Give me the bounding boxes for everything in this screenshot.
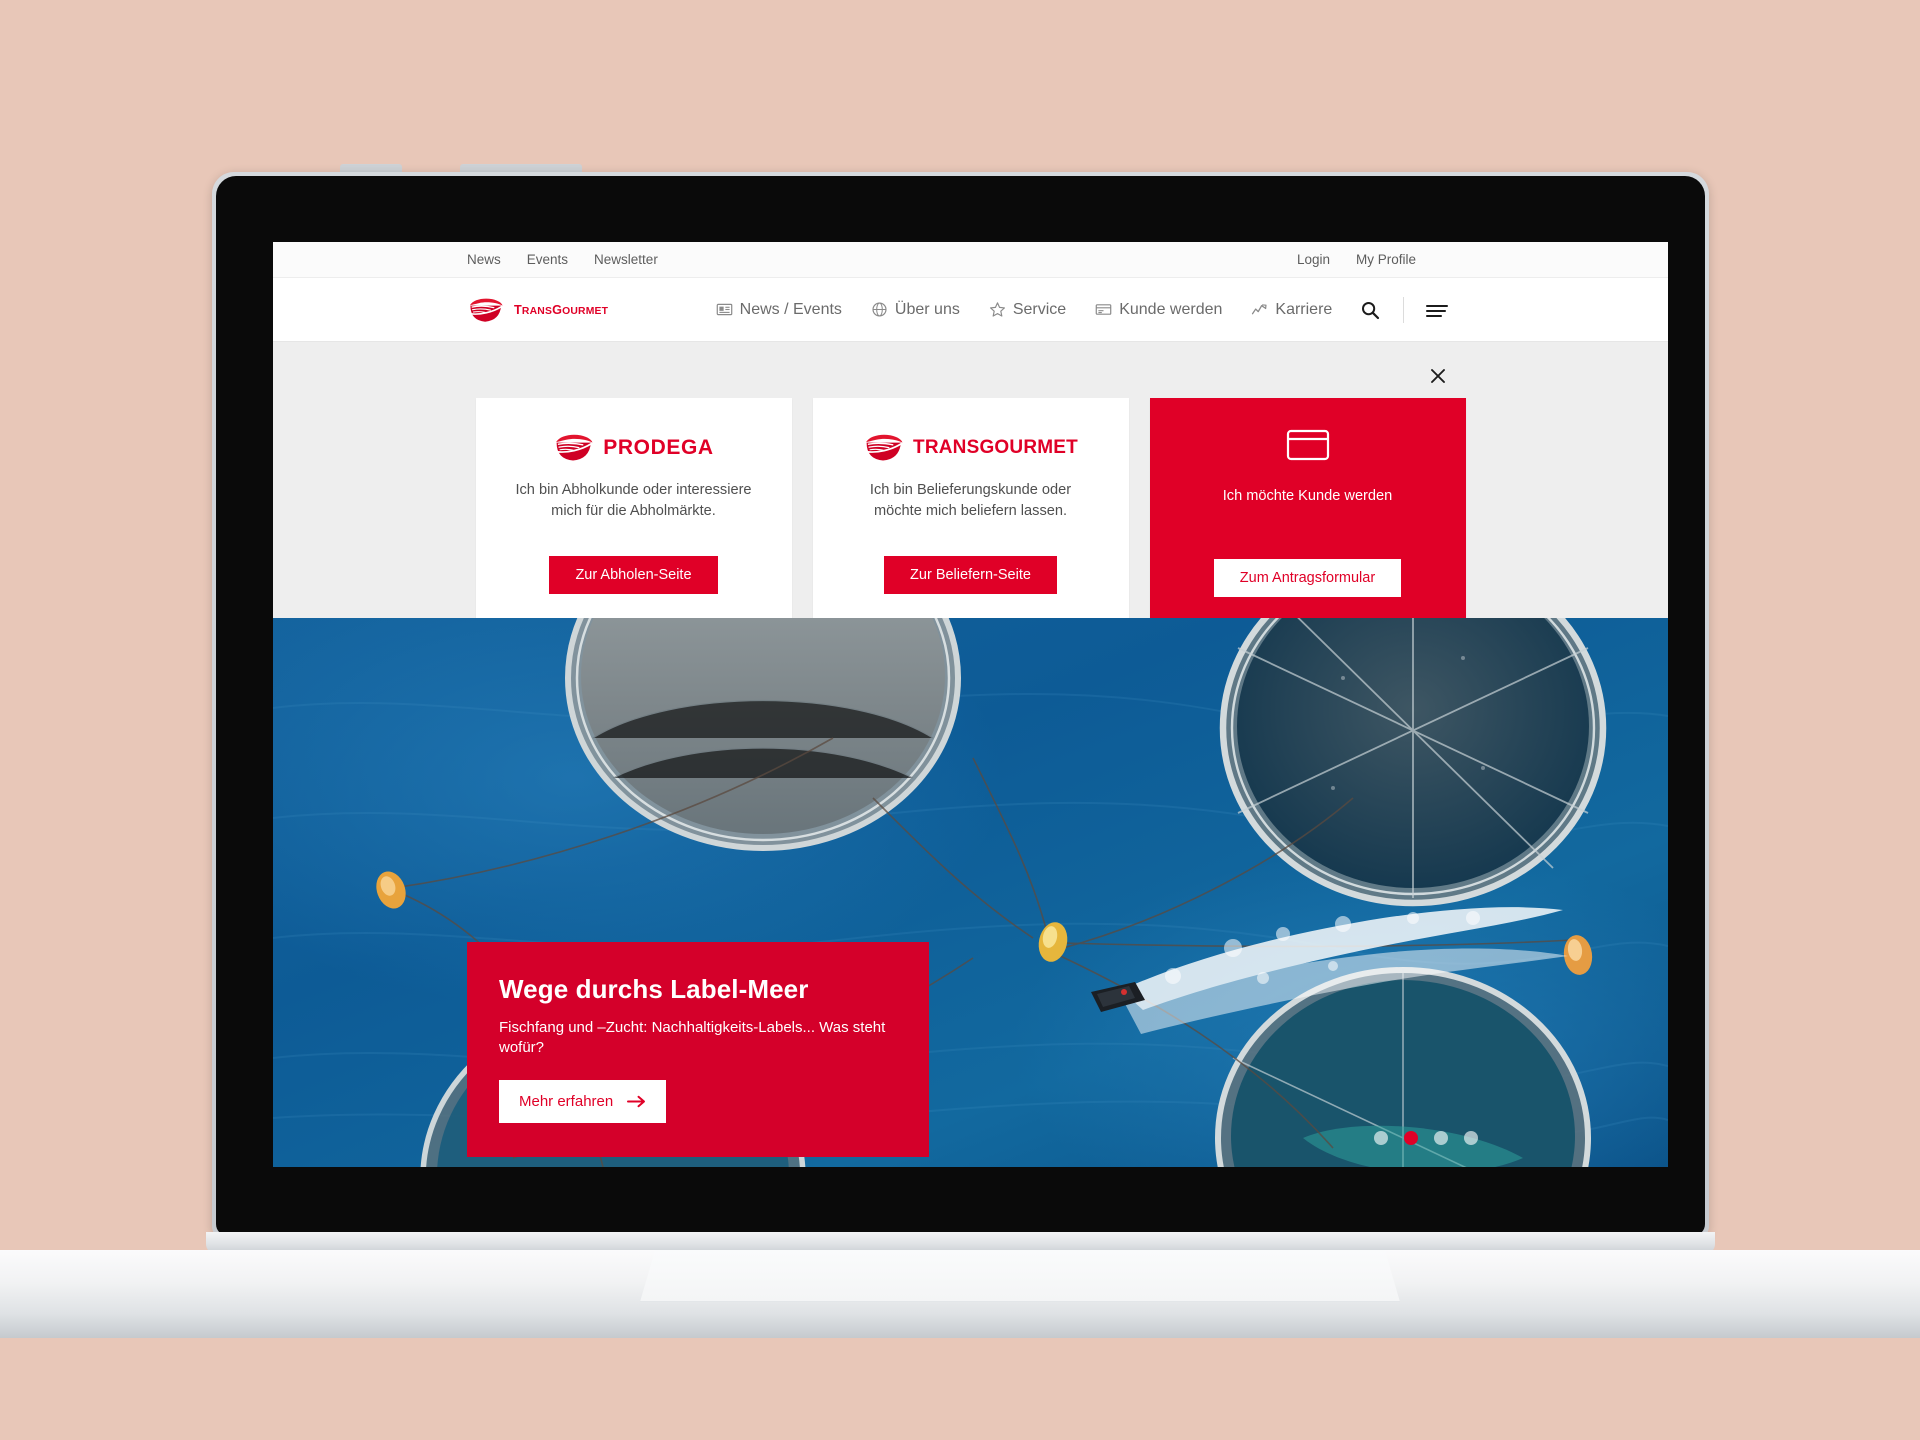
utility-link-events[interactable]: Events [527, 252, 568, 267]
brand-wordmark: TRANSGOURMET [514, 303, 609, 317]
hero-teaser-box: Wege durchs Label-Meer Fischfang und –Zu… [467, 941, 929, 1157]
credit-card-icon [1286, 429, 1329, 461]
arrow-right-icon [627, 1095, 646, 1108]
primary-nav-items: News / Events Über uns Service Kunde wer… [716, 301, 1332, 319]
nav-label-kunde-werden: Kunde werden [1119, 300, 1223, 318]
utility-bar-right-links: Login My Profile [1297, 252, 1416, 267]
transgourmet-cta-button[interactable]: Zur Beliefern-Seite [884, 556, 1057, 594]
chooser-card-kunde-werden[interactable]: Ich möchte Kunde werden Zum Antragsformu… [1149, 398, 1466, 624]
close-icon [1431, 369, 1445, 383]
nav-action-icons [1357, 296, 1450, 323]
chooser-card-transgourmet[interactable]: TRANSGOURMET Ich bin Belieferungskunde o… [812, 398, 1129, 624]
utility-link-newsletter[interactable]: Newsletter [594, 252, 658, 267]
chooser-cards: PRODEGA Ich bin Abholkunde oder interess… [273, 398, 1668, 624]
prodega-wordmark: PRODEGA [603, 435, 714, 459]
transgourmet-description: Ich bin Belieferungskunde oder möchte mi… [869, 482, 1072, 519]
carousel-dot-2[interactable] [1404, 1131, 1418, 1145]
nav-item-news-events[interactable]: News / Events [716, 301, 842, 319]
main-navigation-bar: TRANSGOURMET News / Events Über uns Serv… [273, 278, 1668, 342]
menu-button[interactable] [1424, 297, 1450, 323]
carousel-dot-1[interactable] [1374, 1131, 1388, 1145]
transgourmet-wordmark: TRANSGOURMET [913, 436, 1078, 458]
kunde-werden-icon-box [1286, 428, 1330, 462]
laptop-mockup-scene: News Events Newsletter Login My Profile [0, 0, 1920, 1440]
nav-item-kunde-werden[interactable]: Kunde werden [1095, 301, 1222, 319]
nav-divider [1403, 296, 1404, 323]
hero-cta-label: Mehr erfahren [519, 1093, 614, 1110]
search-icon [1362, 301, 1380, 319]
nav-item-service[interactable]: Service [989, 301, 1066, 319]
prodega-cta-button[interactable]: Zur Abholen-Seite [549, 556, 718, 594]
utility-link-login[interactable]: Login [1297, 252, 1330, 267]
laptop-base-notch [640, 1250, 1400, 1302]
utility-bar-left-links: News Events Newsletter [467, 252, 658, 267]
chooser-card-prodega[interactable]: PRODEGA Ich bin Abholkunde oder interess… [475, 398, 792, 624]
kunde-werden-cta-button[interactable]: Zum Antragsformular [1213, 559, 1402, 597]
nav-label-service: Service [1012, 300, 1067, 318]
kunde-werden-description: Ich möchte Kunde werden [1222, 488, 1393, 504]
transgourmet-bowl-logo-icon [556, 434, 593, 461]
news-card-icon [716, 303, 732, 316]
hero-cta-button[interactable]: Mehr erfahren [499, 1080, 667, 1123]
utility-bar: News Events Newsletter Login My Profile [273, 242, 1668, 278]
hero-carousel: Wege durchs Label-Meer Fischfang und –Zu… [273, 618, 1668, 1167]
hero-title: Wege durchs Label-Meer [499, 973, 809, 1004]
svg-text:TRANSGOURMET: TRANSGOURMET [514, 303, 609, 317]
hero-subtitle: Fischfang und –Zucht: Nachhaltigkeits-La… [499, 1018, 886, 1056]
chooser-close-button[interactable] [1426, 364, 1450, 388]
carousel-pagination [1374, 1131, 1478, 1145]
globe-icon [872, 302, 887, 317]
nav-item-karriere[interactable]: Karriere [1251, 301, 1332, 319]
search-button[interactable] [1357, 297, 1383, 323]
prodega-logo: PRODEGA [553, 432, 713, 462]
nav-item-ueber-uns[interactable]: Über uns [871, 301, 960, 319]
transgourmet-bowl-logo-icon [469, 298, 503, 322]
carousel-dot-3[interactable] [1434, 1131, 1448, 1145]
id-card-icon [1095, 304, 1112, 315]
prodega-description: Ich bin Abholkunde oder interessiere mic… [515, 482, 752, 519]
website-viewport: News Events Newsletter Login My Profile [273, 242, 1668, 1167]
utility-link-my-profile[interactable]: My Profile [1356, 252, 1416, 267]
customer-type-chooser-panel: PRODEGA Ich bin Abholkunde oder interess… [273, 342, 1668, 624]
transgourmet-logo: TRANSGOURMET [863, 432, 1078, 462]
transgourmet-bowl-logo-icon [866, 434, 903, 461]
site-logo[interactable]: TRANSGOURMET [467, 297, 656, 323]
utility-link-news[interactable]: News [467, 252, 501, 267]
hamburger-menu-icon [1426, 304, 1448, 317]
carousel-dot-4[interactable] [1464, 1131, 1478, 1145]
nav-label-ueber-uns: Über uns [894, 300, 960, 318]
chart-line-icon [1252, 304, 1267, 315]
nav-label-news-events: News / Events [739, 300, 842, 318]
nav-label-karriere: Karriere [1275, 300, 1333, 318]
star-icon [989, 302, 1005, 317]
